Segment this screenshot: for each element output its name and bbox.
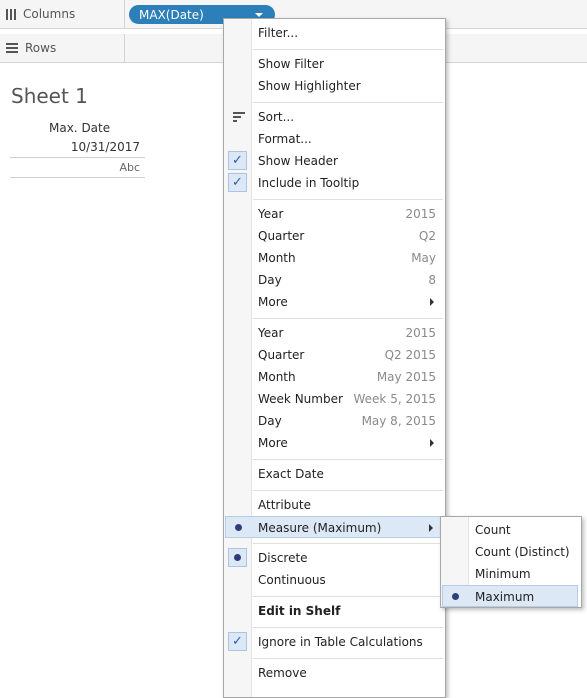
submenu-arrow-icon (429, 524, 433, 532)
menu-separator (253, 543, 443, 544)
submenu-arrow-icon (430, 298, 434, 306)
menu-item-cont-year[interactable]: Year 2015 (225, 323, 444, 343)
checkmark-icon: ✓ (228, 151, 247, 170)
columns-icon (6, 8, 16, 20)
pill-context-menu: Filter... Show Filter Show Highlighter S… (223, 18, 446, 698)
divider (10, 157, 145, 158)
columns-label: Columns (23, 7, 76, 21)
submenu-item-minimum[interactable]: Minimum (442, 564, 578, 584)
menu-separator (253, 596, 443, 597)
menu-item-format[interactable]: Format... (225, 129, 444, 149)
menu-item-cont-week[interactable]: Week Number Week 5, 2015 (225, 389, 444, 409)
menu-item-discrete[interactable]: Discrete (225, 548, 444, 568)
menu-item-date-quarter[interactable]: Quarter Q2 (225, 226, 444, 246)
menu-separator (253, 627, 443, 628)
menu-separator (253, 490, 443, 491)
field-header[interactable]: Max. Date (49, 121, 110, 135)
divider (10, 177, 145, 178)
measure-submenu: Count Count (Distinct) Minimum Maximum (440, 516, 582, 608)
menu-item-date-month[interactable]: Month May (225, 248, 444, 268)
rows-icon (6, 43, 18, 53)
menu-item-ignore-table-calcs[interactable]: ✓ Ignore in Table Calculations (225, 632, 444, 652)
checkmark-icon: ✓ (228, 632, 247, 651)
menu-item-continuous[interactable]: Continuous (225, 570, 444, 590)
menu-separator (253, 459, 443, 460)
menu-separator (253, 318, 443, 319)
menu-separator (253, 49, 443, 50)
menu-item-cont-month[interactable]: Month May 2015 (225, 367, 444, 387)
menu-item-include-in-tooltip[interactable]: ✓ Include in Tooltip (225, 173, 444, 193)
chevron-down-icon[interactable] (255, 13, 263, 17)
radio-dot-icon (228, 548, 247, 567)
submenu-item-count[interactable]: Count (442, 520, 578, 540)
abc-placeholder: Abc (119, 161, 140, 174)
sheet-title: Sheet 1 (11, 84, 88, 108)
sort-icon (233, 112, 245, 124)
menu-item-date-day[interactable]: Day 8 (225, 270, 444, 290)
radio-dot-icon (446, 587, 465, 606)
menu-item-date-more[interactable]: More (225, 292, 444, 312)
menu-separator (253, 102, 443, 103)
submenu-arrow-icon (430, 439, 434, 447)
submenu-item-count-distinct[interactable]: Count (Distinct) (442, 542, 578, 562)
menu-item-show-header[interactable]: ✓ Show Header (225, 151, 444, 171)
menu-item-exact-date[interactable]: Exact Date (225, 464, 444, 484)
submenu-item-maximum[interactable]: Maximum (442, 585, 578, 607)
menu-item-remove[interactable]: Remove (225, 663, 444, 683)
radio-dot-icon (229, 518, 248, 537)
menu-item-measure[interactable]: Measure (Maximum) (225, 516, 444, 538)
menu-item-edit-in-shelf[interactable]: Edit in Shelf (225, 601, 444, 621)
menu-item-sort[interactable]: Sort... (225, 107, 444, 127)
field-value[interactable]: 10/31/2017 (10, 140, 140, 154)
menu-item-show-highlighter[interactable]: Show Highlighter (225, 76, 444, 96)
menu-item-cont-more[interactable]: More (225, 433, 444, 453)
checkmark-icon: ✓ (228, 173, 247, 192)
rows-shelf-label: Rows (0, 34, 125, 62)
menu-item-cont-quarter[interactable]: Quarter Q2 2015 (225, 345, 444, 365)
menu-separator (253, 199, 443, 200)
menu-item-date-year[interactable]: Year 2015 (225, 204, 444, 224)
menu-item-filter[interactable]: Filter... (225, 23, 444, 43)
rows-label: Rows (25, 41, 57, 55)
menu-separator (253, 658, 443, 659)
pill-label: MAX(Date) (139, 7, 204, 22)
menu-item-show-filter[interactable]: Show Filter (225, 54, 444, 74)
menu-item-cont-day[interactable]: Day May 8, 2015 (225, 411, 444, 431)
menu-item-attribute[interactable]: Attribute (225, 495, 444, 515)
columns-shelf-label: Columns (0, 0, 125, 28)
